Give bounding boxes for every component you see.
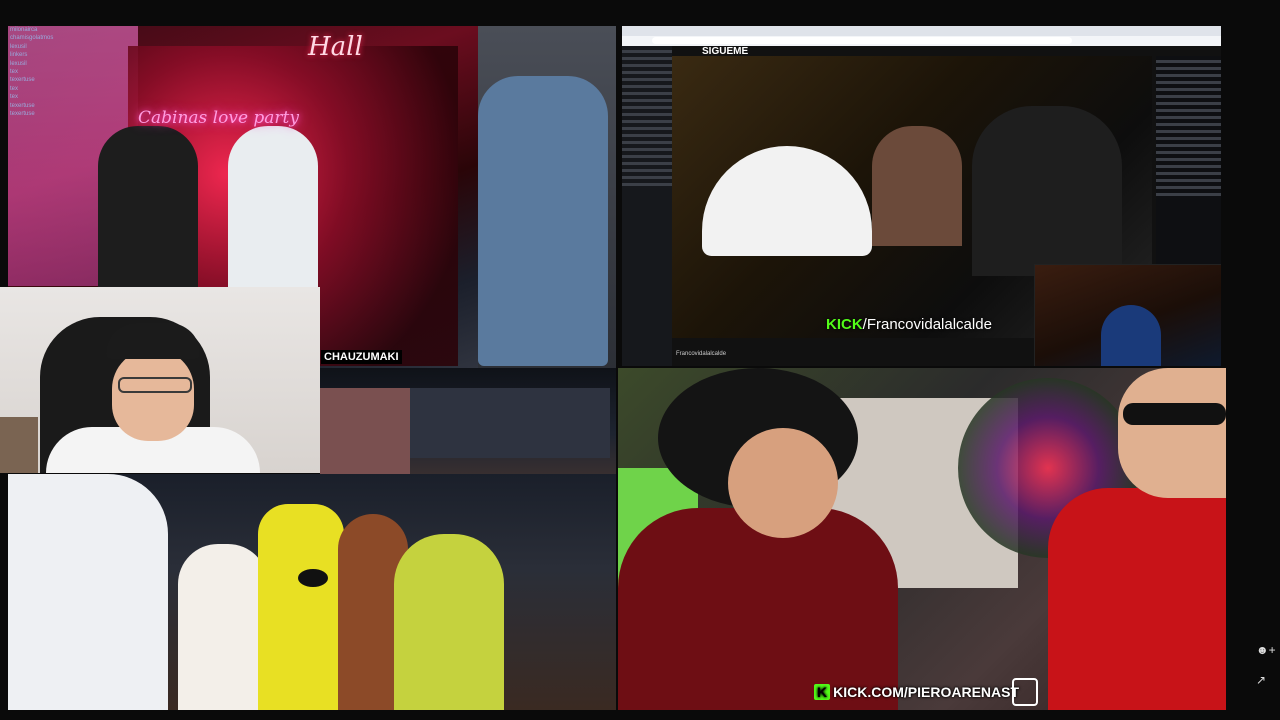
horse-logo-icon	[1012, 678, 1038, 706]
url-input[interactable]	[652, 37, 1072, 44]
person-black-costume	[98, 126, 198, 306]
sunglasses	[1123, 403, 1226, 425]
add-user-icon[interactable]: ☻+	[1256, 643, 1276, 657]
picture-in-picture-cam	[1034, 264, 1221, 366]
wall-segment	[320, 388, 410, 478]
browser-stream-tile: SIGUEME KICK/Francovidalalcalde Francovi…	[622, 26, 1221, 366]
red-velvet-jacket	[618, 508, 898, 710]
streamer-face	[112, 349, 194, 441]
share-icon[interactable]: ↗	[1256, 673, 1266, 687]
chat-user: texertuse	[10, 111, 35, 118]
chat-user: texertuse	[10, 77, 35, 84]
chat-user: texertuse	[10, 102, 35, 109]
browser-address-bar	[622, 36, 1221, 46]
black-cap	[106, 323, 200, 359]
chat-user: lexusil	[10, 60, 27, 67]
angel-costume	[178, 544, 268, 710]
kick-prefix: KICK	[826, 316, 863, 333]
stream-watermark: CHAUZUMAKI	[321, 350, 402, 364]
yellow-costume	[258, 504, 344, 710]
chat-user: linkers	[10, 52, 28, 59]
pieroarenast-stream-tile: K KICK.COM/PIEROARENAST	[618, 368, 1226, 710]
glasses	[118, 377, 192, 393]
sofa	[0, 417, 38, 473]
white-helmet	[702, 146, 872, 256]
halloween-sign: Hall	[308, 32, 363, 62]
white-shirt-person	[8, 474, 168, 710]
chat-user: chamisgolatmos	[10, 35, 54, 42]
chat-overlay: milonairca chamisgolatmos lexusil linker…	[10, 26, 100, 118]
chat-user: tex	[10, 85, 19, 92]
browser-tab-bar[interactable]	[622, 26, 1221, 36]
microphone	[298, 569, 328, 587]
green-dress	[394, 534, 504, 710]
building	[410, 388, 610, 458]
person-phone	[872, 126, 962, 246]
face-right	[1118, 368, 1226, 498]
kick-handle: /Francovidalalcalde	[862, 316, 992, 333]
face-left	[728, 428, 838, 538]
following-sidebar[interactable]	[622, 46, 672, 366]
person-dark-jacket	[972, 106, 1122, 276]
chat-user: lexusil	[10, 43, 27, 50]
kick-url-overlay: K KICK.COM/PIEROARENAST	[814, 684, 1019, 700]
chat-user: milonairca	[10, 27, 38, 33]
red-racing-suit	[1048, 488, 1226, 710]
streamer-figure	[1101, 305, 1161, 366]
kick-overlay: KICK/Francovidalalcalde	[826, 316, 992, 333]
neon-sign: Cabinas love party	[138, 108, 299, 128]
kick-badge: K	[814, 684, 831, 700]
channel-name[interactable]: Francovidalalcalde	[676, 351, 726, 357]
street-scene-tile	[320, 368, 616, 478]
follow-label: SIGUEME	[702, 46, 749, 57]
kick-url: KICK.COM/PIEROARENAST	[833, 684, 1020, 700]
streamer-webcam-tile	[0, 287, 320, 473]
costume-party-tile	[8, 474, 616, 710]
chat-user: tex	[10, 69, 19, 76]
person-denim-jacket	[478, 76, 608, 366]
chat-user: tex	[10, 94, 19, 101]
